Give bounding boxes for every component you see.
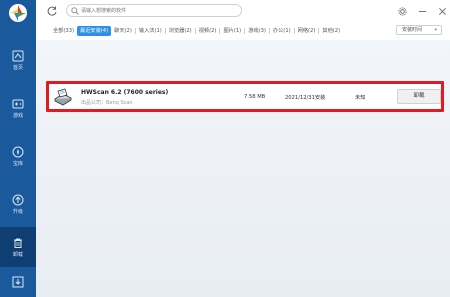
search-box[interactable]: [66, 4, 242, 17]
minimize-icon: [418, 10, 426, 12]
chevron-down-icon: ▾: [434, 27, 437, 33]
category-tabs: 全部(33) 最近安装(4) 聊天(2) 输入法(1) 浏览器(2) 视频(2)…: [36, 22, 450, 40]
gear-icon: [397, 6, 407, 16]
uninstall-button[interactable]: 卸载: [397, 89, 441, 104]
settings-button[interactable]: [394, 3, 410, 19]
scanner-icon: [54, 88, 72, 106]
search-input[interactable]: [81, 5, 237, 16]
list-item[interactable]: HWScan 6.2 (7600 series) 出品公司：Benq Scan …: [46, 81, 444, 112]
sidebar-item-uninstall[interactable]: 卸载: [0, 227, 36, 267]
top-bar: [36, 0, 450, 22]
sidebar-item-upgrade[interactable]: 升级: [0, 186, 36, 222]
sidebar-item-treasure[interactable]: 宝库: [0, 138, 36, 174]
usage-frequency: 未知: [355, 95, 366, 101]
install-date: 2021/12/31安装: [285, 95, 326, 101]
sidebar-item-home[interactable]: 首页: [0, 42, 36, 78]
tab-recent[interactable]: 最近安装(4): [77, 26, 112, 36]
sidebar-item-label: 卸载: [12, 251, 23, 258]
close-icon: [438, 7, 446, 15]
minimize-button[interactable]: [414, 3, 430, 19]
download-icon: [12, 276, 24, 287]
sidebar: 首页 游戏 宝库 升级 卸载: [0, 0, 36, 297]
tab-network[interactable]: 网络(2): [295, 26, 319, 36]
app-logo-icon: [9, 4, 27, 22]
window-controls: [390, 0, 450, 22]
trash-icon: [14, 238, 22, 248]
software-name: HWScan 6.2 (7600 series): [81, 89, 169, 96]
tab-all[interactable]: 全部(33): [50, 26, 77, 36]
search-icon: [71, 7, 79, 15]
tab-video[interactable]: 视频(2): [196, 26, 220, 36]
refresh-icon[interactable]: [46, 5, 58, 17]
tab-browser[interactable]: 浏览器(2): [166, 26, 195, 36]
tab-input-method[interactable]: 输入法(1): [136, 26, 165, 36]
software-list: HWScan 6.2 (7600 series) 出品公司：Benq Scan …: [36, 40, 450, 297]
tab-office[interactable]: 办公(1): [270, 26, 294, 36]
tab-games[interactable]: 游戏(3): [245, 26, 269, 36]
upgrade-icon: [12, 194, 24, 205]
software-publisher: 出品公司：Benq Scan: [81, 100, 133, 106]
software-size: 7.58 MB: [244, 94, 266, 100]
tab-chat[interactable]: 聊天(2): [111, 26, 135, 36]
close-button[interactable]: [434, 3, 450, 19]
sort-label: 安装时间: [402, 27, 423, 33]
sort-dropdown[interactable]: 安装时间 ▾: [396, 25, 442, 35]
sidebar-item-games[interactable]: 游戏: [0, 90, 36, 126]
tab-other[interactable]: 其他(2): [319, 26, 343, 36]
gamepad-icon: [12, 99, 24, 108]
sidebar-item-label: 宝库: [12, 160, 23, 167]
download-button[interactable]: [0, 266, 36, 297]
sidebar-item-label: 升级: [12, 208, 23, 215]
treasure-icon: [12, 146, 24, 157]
tab-list: 全部(33) 最近安装(4) 聊天(2) 输入法(1) 浏览器(2) 视频(2)…: [50, 26, 343, 36]
sidebar-item-label: 游戏: [12, 112, 23, 119]
home-icon: [12, 50, 24, 61]
sidebar-item-label: 首页: [12, 64, 23, 71]
tab-image[interactable]: 图片(1): [220, 26, 244, 36]
